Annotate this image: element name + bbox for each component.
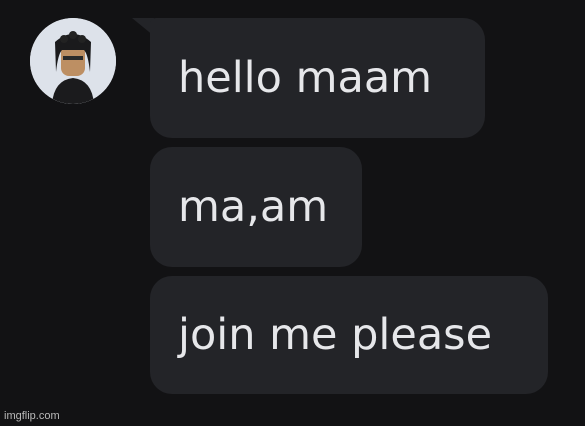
- message-bubble[interactable]: ma,am: [150, 147, 362, 267]
- avatar[interactable]: [30, 18, 116, 104]
- avatar-character-icon: [30, 18, 116, 104]
- message-text: ma,am: [178, 181, 329, 232]
- message-text: hello maam: [178, 52, 433, 103]
- message-bubble[interactable]: join me please: [150, 276, 548, 394]
- message-bubble[interactable]: hello maam: [150, 18, 485, 138]
- chat-thread: hello maam ma,am join me please: [0, 0, 585, 426]
- watermark-text: imgflip.com: [4, 410, 60, 422]
- message-text: join me please: [178, 309, 493, 360]
